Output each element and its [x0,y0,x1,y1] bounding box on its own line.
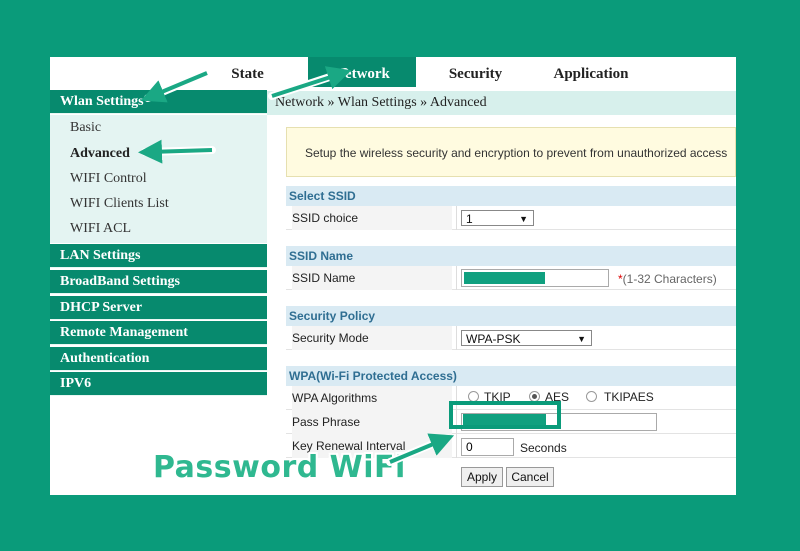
submenu-item-wifi-control[interactable]: WIFI Control [70,171,147,187]
sidebar-section-authentication[interactable]: Authentication [50,347,267,371]
chevron-down-icon: ▼ [577,334,586,344]
ssid-name-hint-text: (1-32 Characters) [622,272,717,286]
ssid-choice-label: SSID choice [292,206,452,230]
chevron-down-icon: ▼ [519,214,528,224]
redacted-ssid-mask [464,272,545,284]
submenu-item-wifi-clients-list[interactable]: WIFI Clients List [70,196,169,212]
wpa-algorithms-label: WPA Algorithms [292,386,452,410]
submenu-item-basic[interactable]: Basic [70,120,101,136]
tab-security[interactable]: Security [433,57,518,87]
tab-application[interactable]: Application [538,57,644,87]
pass-phrase-label: Pass Phrase [292,410,452,434]
breadcrumb: Network » Wlan Settings » Advanced [267,91,736,115]
key-renewal-unit: Seconds [520,441,567,455]
radio-tkipaes[interactable] [586,391,597,402]
ssid-choice-value: 1 [466,212,473,226]
section-heading-ssid-name: SSID Name [286,246,736,266]
sidebar-section-remote-management[interactable]: Remote Management [50,321,267,345]
tab-state[interactable]: State [210,57,285,87]
security-mode-value: WPA-PSK [466,332,521,346]
ssid-name-hint: *(1-32 Characters) [618,272,717,286]
password-wifi-annotation: Password WiFi [153,450,406,485]
top-navigation: State Network Security Application [50,57,736,87]
radio-tkipaes-label: TKIPAES [604,390,654,404]
router-admin-panel: State Network Security Application Wlan … [50,57,736,495]
password-highlight-box [449,401,561,429]
section-heading-select-ssid: Select SSID [286,186,736,206]
sidebar-section-wlan-settings[interactable]: Wlan Settings [50,90,267,114]
cell-divider [456,266,457,290]
cell-divider [456,326,457,350]
sidebar-section-lan-settings[interactable]: LAN Settings [50,244,267,268]
tab-network[interactable]: Network [308,57,416,87]
wlan-submenu: Basic Advanced WIFI Control WIFI Clients… [50,115,267,243]
sidebar: Wlan Settings Basic Advanced WIFI Contro… [50,87,267,495]
cell-divider [456,206,457,230]
sidebar-section-broadband-settings[interactable]: BroadBand Settings [50,270,267,294]
key-renewal-interval-input[interactable]: 0 [461,438,514,456]
ssid-name-label: SSID Name [292,266,452,290]
security-mode-label: Security Mode [292,326,452,350]
cell-divider [456,434,457,458]
section-heading-wpa: WPA(Wi-Fi Protected Access) [286,366,736,386]
submenu-item-wifi-acl[interactable]: WIFI ACL [70,221,131,237]
apply-button[interactable]: Apply [461,467,503,487]
security-mode-select[interactable]: WPA-PSK ▼ [461,330,592,346]
info-notice: Setup the wireless security and encrypti… [286,127,736,177]
ssid-choice-select[interactable]: 1 ▼ [461,210,534,226]
section-heading-security-policy: Security Policy [286,306,736,326]
submenu-item-advanced[interactable]: Advanced [70,146,130,162]
cancel-button[interactable]: Cancel [506,467,554,487]
sidebar-section-ipv6[interactable]: IPV6 [50,372,267,396]
sidebar-section-dhcp-server[interactable]: DHCP Server [50,296,267,320]
